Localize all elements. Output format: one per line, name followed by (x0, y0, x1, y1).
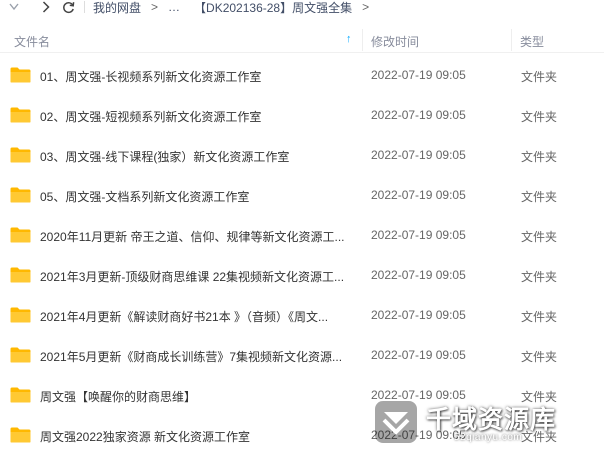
toolbar: 我的网盘 > … 【DK202136-28】周文强全集 > (0, 0, 604, 16)
breadcrumb-separator: > (151, 0, 159, 14)
file-name[interactable]: 02、周文强-短视频系列新文化资源工作室 (40, 108, 355, 125)
column-divider[interactable] (511, 29, 512, 51)
file-name[interactable]: 2021年3月更新-顶级财商思维课 22集视频新文化资源工... (40, 268, 355, 285)
column-header-type[interactable]: 类型 (520, 33, 544, 50)
table-row[interactable]: 周文强【唤醒你的财商思维】 2022-07-19 09:05 文件夹 (0, 375, 604, 415)
folder-icon (10, 267, 31, 283)
table-row[interactable]: 周文强2022独家资源 新文化资源工作室 2022-07-19 09:05 文件… (0, 415, 604, 455)
file-modified-time: 2022-07-19 09:05 (371, 188, 466, 202)
sort-up-icon[interactable]: ↑ (346, 33, 352, 45)
column-header-time[interactable]: 修改时间 (371, 33, 419, 50)
file-name[interactable]: 2021年5月更新《财商成长训练营》7集视频新文化资源... (40, 348, 355, 365)
file-type: 文件夹 (521, 390, 558, 404)
breadcrumb-current-folder: 【DK202136-28】周文强全集 (194, 0, 353, 15)
table-row[interactable]: 2021年5月更新《财商成长训练营》7集视频新文化资源... 2022-07-1… (0, 335, 604, 375)
breadcrumb-ellipsis[interactable]: … (168, 0, 180, 14)
file-type: 文件夹 (521, 110, 558, 124)
file-name[interactable]: 周文强【唤醒你的财商思维】 (40, 388, 355, 405)
file-modified-time: 2022-07-19 09:05 (371, 148, 466, 162)
breadcrumb-separator: > (362, 0, 370, 14)
file-type: 文件夹 (521, 310, 558, 324)
folder-icon (10, 427, 31, 443)
file-list: 01、周文强-长视频系列新文化资源工作室 2022-07-19 09:05 文件… (0, 55, 604, 455)
chevron-right-icon (42, 1, 50, 13)
file-name[interactable]: 05、周文强-文档系列新文化资源工作室 (40, 188, 355, 205)
breadcrumb: 我的网盘 > … 【DK202136-28】周文强全集 > (93, 0, 379, 16)
file-modified-time: 2022-07-19 09:05 (371, 228, 466, 242)
folder-icon (10, 187, 31, 203)
toolbar-divider (84, 1, 85, 13)
file-modified-time: 2022-07-19 09:05 (371, 108, 466, 122)
file-type: 文件夹 (521, 230, 558, 244)
file-modified-time: 2022-07-19 09:05 (371, 348, 466, 362)
file-type: 文件夹 (521, 150, 558, 164)
table-row[interactable]: 03、周文强-线下课程(独家）新文化资源工作室 2022-07-19 09:05… (0, 135, 604, 175)
folder-icon (10, 67, 31, 83)
table-row[interactable]: 2021年4月更新《解读财商好书21本 》（音频）《周文... 2022-07-… (0, 295, 604, 335)
file-modified-time: 2022-07-19 09:05 (371, 268, 466, 282)
file-type: 文件夹 (521, 70, 558, 84)
refresh-button[interactable] (60, 0, 76, 14)
column-divider[interactable] (362, 29, 363, 51)
column-header: 文件名 ↑ 修改时间 类型 (0, 28, 604, 53)
table-row[interactable]: 02、周文强-短视频系列新文化资源工作室 2022-07-19 09:05 文件… (0, 95, 604, 135)
table-row[interactable]: 05、周文强-文档系列新文化资源工作室 2022-07-19 09:05 文件夹 (0, 175, 604, 215)
table-row[interactable]: 2021年3月更新-顶级财商思维课 22集视频新文化资源工... 2022-07… (0, 255, 604, 295)
folder-icon (10, 147, 31, 163)
file-modified-time: 2022-07-19 09:05 (371, 428, 466, 442)
folder-icon (10, 227, 31, 243)
file-type: 文件夹 (521, 350, 558, 364)
refresh-icon (62, 1, 74, 13)
file-name[interactable]: 2020年11月更新 帝王之道、信仰、规律等新文化资源工... (40, 228, 355, 245)
forward-button[interactable] (38, 0, 54, 14)
file-name[interactable]: 01、周文强-长视频系列新文化资源工作室 (40, 68, 355, 85)
file-name[interactable]: 周文强2022独家资源 新文化资源工作室 (40, 428, 355, 445)
breadcrumb-my-drive[interactable]: 我的网盘 (93, 0, 141, 16)
chevron-down-icon (9, 3, 19, 11)
column-header-name[interactable]: 文件名 (14, 33, 50, 50)
table-row[interactable]: 2020年11月更新 帝王之道、信仰、规律等新文化资源工... 2022-07-… (0, 215, 604, 255)
file-type: 文件夹 (521, 270, 558, 284)
file-modified-time: 2022-07-19 09:05 (371, 68, 466, 82)
file-type: 文件夹 (521, 430, 558, 444)
folder-icon (10, 107, 31, 123)
file-browser: 我的网盘 > … 【DK202136-28】周文强全集 > 文件名 ↑ 修改时间… (0, 0, 604, 469)
back-button[interactable] (4, 0, 24, 14)
file-name[interactable]: 2021年4月更新《解读财商好书21本 》（音频）《周文... (40, 308, 355, 325)
folder-icon (10, 387, 31, 403)
table-row[interactable]: 01、周文强-长视频系列新文化资源工作室 2022-07-19 09:05 文件… (0, 55, 604, 95)
folder-icon (10, 307, 31, 323)
file-type: 文件夹 (521, 190, 558, 204)
file-name[interactable]: 03、周文强-线下课程(独家）新文化资源工作室 (40, 148, 355, 165)
file-modified-time: 2022-07-19 09:05 (371, 388, 466, 402)
folder-icon (10, 347, 31, 363)
file-modified-time: 2022-07-19 09:05 (371, 308, 466, 322)
